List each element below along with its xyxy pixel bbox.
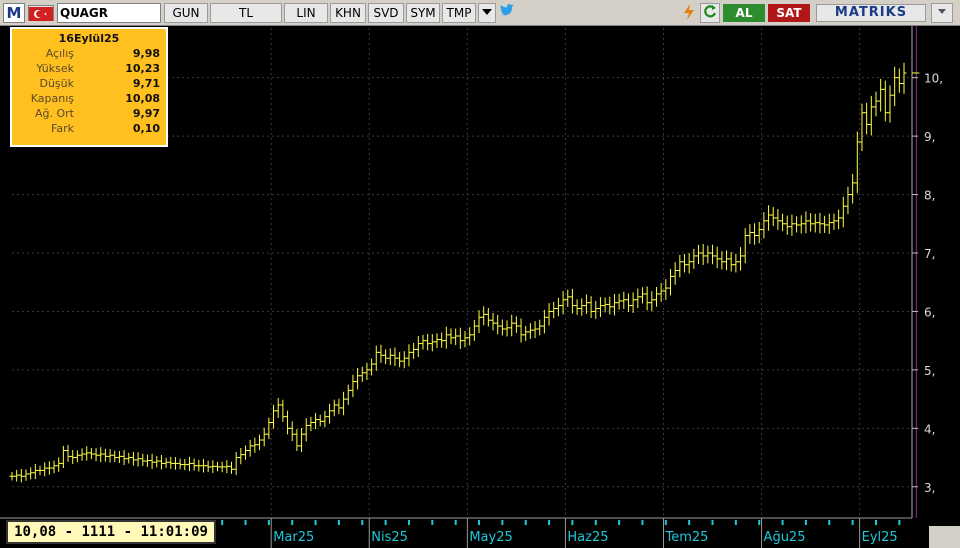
week-tick bbox=[711, 520, 714, 525]
ohlc-info-box: 16Eylül25 Açılış 9,98 Yüksek 10,23 Düşük… bbox=[10, 27, 168, 147]
khn-button[interactable]: KHN bbox=[330, 3, 366, 23]
info-label: Yüksek bbox=[36, 62, 74, 75]
week-tick bbox=[431, 520, 434, 525]
week-tick bbox=[384, 520, 387, 525]
week-tick bbox=[734, 520, 737, 525]
flag-icon[interactable] bbox=[28, 5, 54, 21]
window-menu-icon[interactable] bbox=[931, 3, 953, 23]
info-label: Açılış bbox=[45, 47, 74, 60]
period-button[interactable]: GUN bbox=[164, 3, 208, 23]
week-tick bbox=[267, 520, 270, 525]
month-label: Mar25 bbox=[273, 530, 314, 545]
week-tick bbox=[571, 520, 574, 525]
y-tick-label: 10, bbox=[924, 72, 943, 86]
refresh-icon[interactable] bbox=[700, 3, 720, 23]
week-tick bbox=[664, 520, 667, 525]
info-date: 16Eylül25 bbox=[58, 32, 120, 45]
svd-button[interactable]: SVD bbox=[368, 3, 404, 23]
info-value: 9,97 bbox=[132, 107, 160, 120]
week-tick bbox=[898, 520, 901, 525]
info-row-average: Ağ. Ort 9,97 bbox=[12, 107, 166, 122]
month-label: May25 bbox=[469, 530, 512, 545]
week-tick bbox=[594, 520, 597, 525]
y-tick-label: 6, bbox=[924, 305, 935, 319]
week-tick bbox=[337, 520, 340, 525]
week-tick bbox=[618, 520, 621, 525]
month-label: Haz25 bbox=[567, 530, 608, 545]
scroll-corner[interactable] bbox=[929, 526, 960, 548]
month-label: Eyl25 bbox=[862, 530, 898, 545]
info-row-open: Açılış 9,98 bbox=[12, 47, 166, 62]
week-tick bbox=[548, 520, 551, 525]
buy-button[interactable]: AL bbox=[723, 4, 765, 22]
week-tick bbox=[291, 520, 294, 525]
toolbar: M QUAGR GUN TL LIN KHN SVD SYM TMP AL SA… bbox=[0, 0, 960, 26]
info-value: 9,71 bbox=[132, 77, 160, 90]
app-logo[interactable]: M bbox=[3, 3, 25, 23]
week-tick bbox=[641, 520, 644, 525]
y-tick-label: 9, bbox=[924, 130, 935, 144]
info-value: 9,98 bbox=[132, 47, 160, 60]
week-tick bbox=[478, 520, 481, 525]
info-value: 10,23 bbox=[125, 62, 160, 75]
y-tick-label: 8, bbox=[924, 189, 935, 203]
info-row-high: Yüksek 10,23 bbox=[12, 62, 166, 77]
brand-logo: MATRIKS bbox=[816, 4, 926, 22]
y-tick-label: 4, bbox=[924, 422, 935, 436]
sell-button[interactable]: SAT bbox=[768, 4, 810, 22]
week-tick bbox=[244, 520, 247, 525]
week-tick bbox=[688, 520, 691, 525]
linear-scale-button[interactable]: LIN bbox=[284, 3, 328, 23]
currency-button[interactable]: TL bbox=[210, 3, 282, 23]
template-button[interactable]: TMP bbox=[442, 3, 476, 23]
info-label: Kapanış bbox=[30, 92, 74, 105]
week-tick bbox=[804, 520, 807, 525]
week-tick bbox=[781, 520, 784, 525]
info-value: 0,10 bbox=[132, 122, 160, 135]
month-label: Ağu25 bbox=[764, 530, 806, 545]
symbol-input[interactable]: QUAGR bbox=[57, 3, 161, 23]
week-tick bbox=[361, 520, 364, 525]
chevron-down-icon[interactable] bbox=[478, 3, 496, 23]
week-tick bbox=[828, 520, 831, 525]
week-tick bbox=[501, 520, 504, 525]
price-readout: 10,08 - 1111 - 11:01:09 bbox=[6, 520, 216, 544]
info-row-low: Düşük 9,71 bbox=[12, 77, 166, 92]
info-label: Fark bbox=[51, 122, 74, 135]
sym-button[interactable]: SYM bbox=[406, 3, 440, 23]
week-tick bbox=[874, 520, 877, 525]
week-tick bbox=[314, 520, 317, 525]
week-tick bbox=[524, 520, 527, 525]
info-value: 10,08 bbox=[125, 92, 160, 105]
week-tick bbox=[454, 520, 457, 525]
week-tick bbox=[758, 520, 761, 525]
info-label: Düşük bbox=[39, 77, 74, 90]
info-label: Ağ. Ort bbox=[35, 107, 74, 120]
info-row-change: Fark 0,10 bbox=[12, 122, 166, 137]
y-tick-label: 3, bbox=[924, 481, 935, 495]
month-label: Nis25 bbox=[371, 530, 408, 545]
week-tick bbox=[851, 520, 854, 525]
week-tick bbox=[221, 520, 224, 525]
info-row-close: Kapanış 10,08 bbox=[12, 92, 166, 107]
twitter-icon[interactable] bbox=[497, 3, 517, 23]
month-label: Tem25 bbox=[664, 530, 708, 545]
y-tick-label: 5, bbox=[924, 364, 935, 378]
y-tick-label: 7, bbox=[924, 247, 935, 261]
lightning-icon[interactable] bbox=[680, 3, 698, 23]
week-tick bbox=[407, 520, 410, 525]
